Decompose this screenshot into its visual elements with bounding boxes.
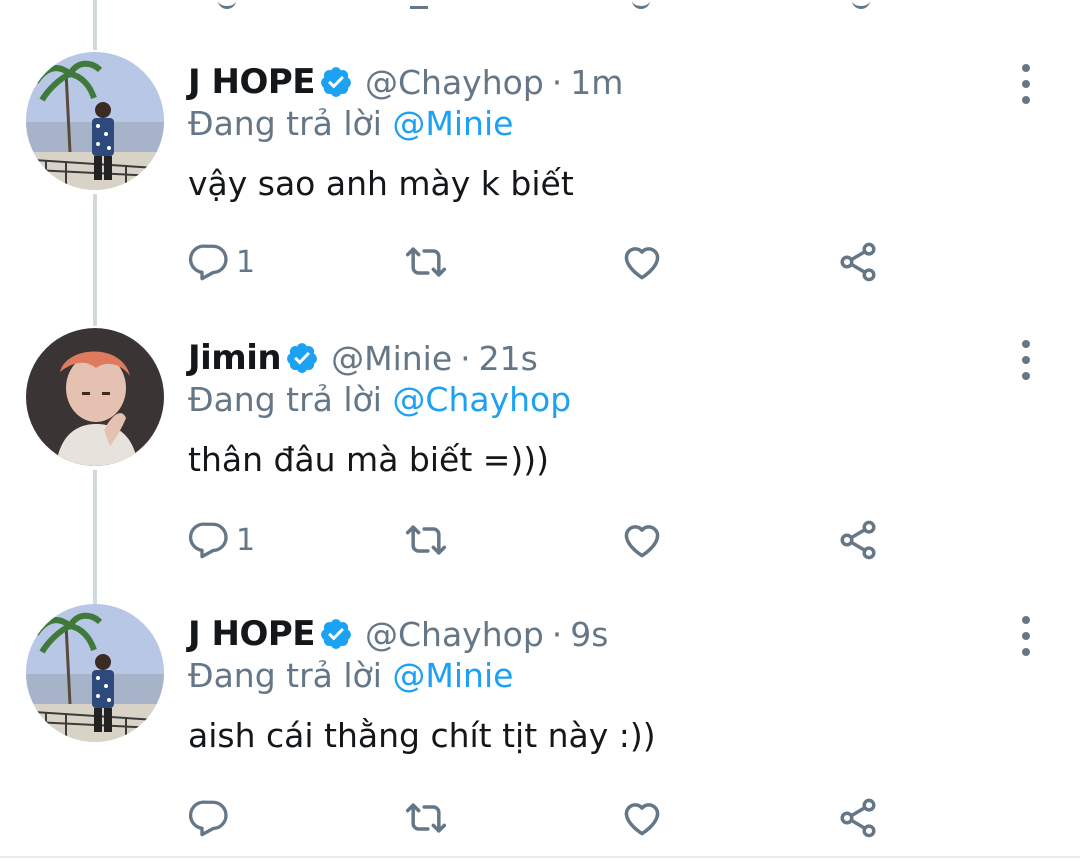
replying-to: Đang trả lời @Minie — [188, 656, 513, 695]
retweet-icon — [404, 240, 448, 284]
tweet[interactable]: Jimin @Minie · 21s Đang trả lời @Chayhop… — [0, 332, 1080, 572]
heart-icon — [620, 518, 664, 562]
reply-count: 1 — [236, 522, 256, 558]
reply-button[interactable]: 1 — [188, 516, 255, 564]
avatar[interactable] — [26, 604, 164, 742]
separator: · — [551, 62, 563, 102]
verified-badge-icon — [319, 617, 353, 651]
retweet-button[interactable] — [404, 794, 448, 842]
like-button[interactable] — [620, 794, 664, 842]
replying-to-label: Đang trả lời — [188, 656, 382, 695]
share-icon — [836, 518, 880, 562]
timestamp[interactable]: 21s — [479, 339, 538, 378]
timestamp[interactable]: 9s — [570, 615, 608, 654]
avatar[interactable] — [26, 52, 164, 190]
reply-icon — [188, 797, 230, 839]
replying-to-label: Đang trả lời — [188, 104, 382, 143]
verified-badge-icon — [319, 65, 353, 99]
reply-icon — [188, 241, 230, 283]
share-icon — [836, 796, 880, 840]
reply-button[interactable] — [188, 794, 236, 842]
reply-button[interactable]: 1 — [188, 238, 255, 286]
reply-count: 1 — [236, 244, 256, 280]
reply-icon — [188, 519, 230, 561]
tweet[interactable]: J HOPE @Chayhop · 1m Đang trả lời @Minie… — [0, 56, 1080, 296]
previous-tweet-actions-fragment — [0, 0, 1080, 14]
like-button[interactable] — [620, 238, 664, 286]
heart-icon — [620, 796, 664, 840]
replying-to: Đang trả lời @Chayhop — [188, 380, 571, 419]
mention-link[interactable]: @Minie — [392, 656, 513, 695]
mention-link[interactable]: @Minie — [392, 104, 513, 143]
retweet-icon — [404, 518, 448, 562]
tweet-text: aish cái thằng chít tịt này :)) — [188, 716, 656, 755]
tweet-actions: 1 — [0, 516, 1080, 564]
timeline-divider — [0, 856, 1080, 858]
user-handle[interactable]: @Minie — [331, 339, 452, 378]
share-button[interactable] — [836, 238, 880, 286]
more-vertical-icon[interactable] — [1006, 64, 1046, 104]
heart-icon — [620, 240, 664, 284]
tweet-header: J HOPE @Chayhop · 9s — [188, 608, 608, 660]
tweet-actions — [0, 794, 1080, 842]
separator: · — [460, 338, 471, 378]
share-icon — [836, 240, 880, 284]
replying-to-label: Đang trả lời — [188, 380, 382, 419]
display-name[interactable]: J HOPE — [188, 614, 316, 654]
display-name[interactable]: Jimin — [188, 338, 282, 378]
user-handle[interactable]: @Chayhop — [365, 63, 544, 102]
retweet-button[interactable] — [404, 238, 448, 286]
tweet-text: vậy sao anh mày k biết — [188, 164, 574, 203]
verified-badge-icon — [285, 341, 319, 375]
timestamp[interactable]: 1m — [570, 63, 623, 102]
like-button[interactable] — [620, 516, 664, 564]
display-name[interactable]: J HOPE — [188, 62, 316, 102]
more-vertical-icon[interactable] — [1006, 616, 1046, 656]
share-button[interactable] — [836, 516, 880, 564]
tweet-text: thân đâu mà biết =))) — [188, 440, 550, 479]
replying-to: Đang trả lời @Minie — [188, 104, 513, 143]
tweet-actions: 1 — [0, 238, 1080, 286]
share-button[interactable] — [836, 794, 880, 842]
retweet-icon — [404, 796, 448, 840]
separator: · — [551, 614, 563, 654]
thread-line — [93, 0, 97, 50]
avatar[interactable] — [26, 328, 164, 466]
tweet-header: Jimin @Minie · 21s — [188, 332, 538, 384]
more-vertical-icon[interactable] — [1006, 340, 1046, 380]
retweet-button[interactable] — [404, 516, 448, 564]
mention-link[interactable]: @Chayhop — [392, 380, 571, 419]
user-handle[interactable]: @Chayhop — [365, 615, 544, 654]
tweet-header: J HOPE @Chayhop · 1m — [188, 56, 623, 108]
tweet[interactable]: J HOPE @Chayhop · 9s Đang trả lời @Minie… — [0, 608, 1080, 856]
